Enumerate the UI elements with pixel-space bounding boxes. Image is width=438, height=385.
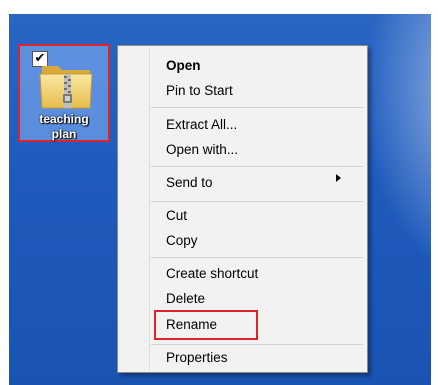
menu-separator (151, 344, 363, 345)
menu-separator (151, 257, 363, 258)
menu-item-extract-all[interactable]: Extract All... (166, 114, 237, 136)
context-menu: Open Pin to Start Extract All... Open wi… (117, 45, 368, 373)
left-margin (0, 0, 9, 385)
menu-item-send-to[interactable]: Send to (166, 172, 213, 194)
menu-item-delete[interactable]: Delete (166, 288, 205, 310)
menu-separator (151, 107, 363, 108)
zip-folder-icon (39, 66, 93, 109)
menu-item-open[interactable]: Open (166, 55, 201, 77)
menu-item-properties[interactable]: Properties (166, 347, 228, 369)
rename-highlight-box (154, 310, 258, 340)
desktop-icon-teaching-plan[interactable]: ✔ teaching plan (18, 44, 110, 142)
top-margin (0, 0, 438, 14)
menu-item-cut[interactable]: Cut (166, 205, 187, 227)
menu-separator (151, 166, 363, 167)
submenu-arrow-icon (336, 174, 341, 182)
menu-item-open-with[interactable]: Open with... (166, 139, 238, 161)
menu-item-create-shortcut[interactable]: Create shortcut (166, 263, 258, 285)
menu-item-pin-to-start[interactable]: Pin to Start (166, 80, 233, 102)
right-margin (431, 0, 438, 385)
icon-label-line1: teaching (39, 112, 89, 126)
menu-gutter (149, 48, 150, 370)
icon-label: teaching plan (20, 112, 108, 142)
menu-item-copy[interactable]: Copy (166, 230, 198, 252)
menu-separator (151, 201, 363, 202)
icon-label-line2: plan (51, 127, 77, 141)
